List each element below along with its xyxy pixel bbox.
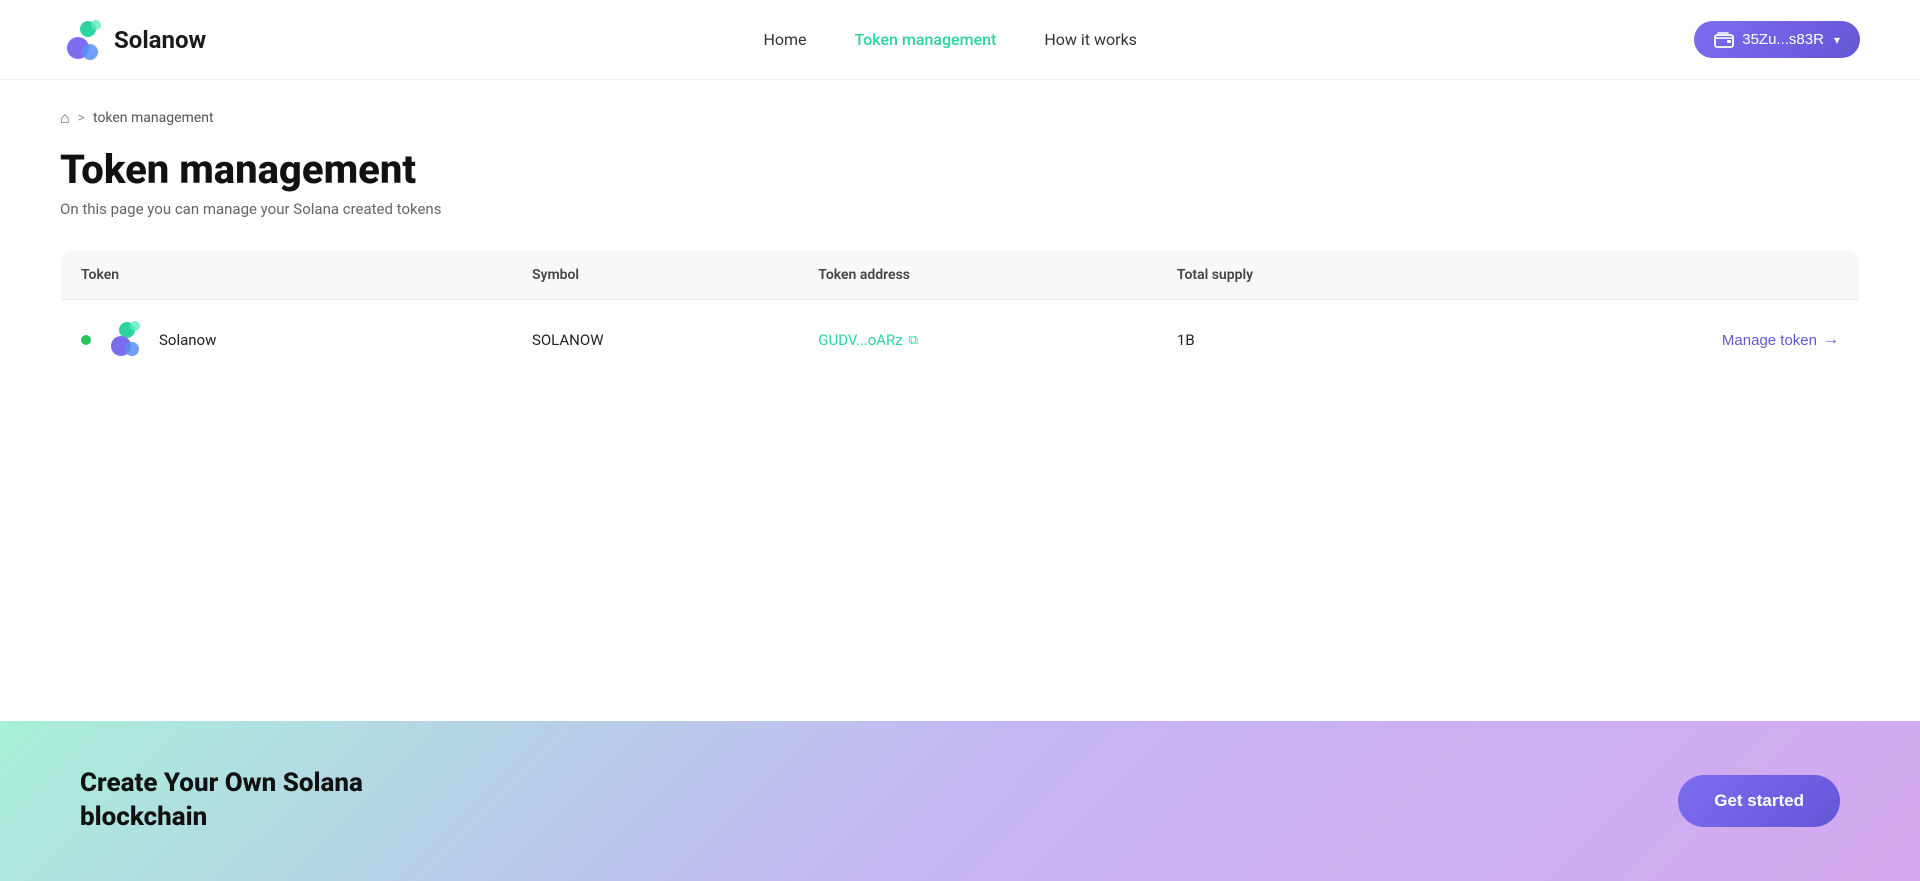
token-symbol: SOLANOW <box>512 300 798 381</box>
logo-icon <box>60 18 104 62</box>
col-action <box>1455 251 1859 300</box>
col-token: Token <box>61 251 512 300</box>
wallet-address: 35Zu...s83R <box>1742 31 1824 48</box>
banner-title: Create Your Own Solana blockchain <box>80 767 363 835</box>
manage-token-cell: Manage token → <box>1455 300 1859 381</box>
brand-name: Solanow <box>114 26 206 54</box>
nav-token-management[interactable]: Token management <box>855 30 997 49</box>
token-logo <box>105 320 145 360</box>
col-address: Token address <box>798 251 1157 300</box>
status-dot <box>81 335 91 345</box>
external-link-icon: ⧉ <box>909 333 918 348</box>
navbar: Solanow Home Token management How it wor… <box>0 0 1920 80</box>
get-started-button[interactable]: Get started <box>1678 775 1840 827</box>
manage-token-button[interactable]: Manage token → <box>1722 331 1839 349</box>
nav-how-it-works[interactable]: How it works <box>1044 30 1137 49</box>
page-subtitle: On this page you can manage your Solana … <box>60 200 1860 218</box>
banner-text: Create Your Own Solana blockchain <box>80 767 363 835</box>
token-address-link[interactable]: GUDV...oARz ⧉ <box>818 331 1137 349</box>
page-title: Token management <box>60 148 1860 192</box>
col-symbol: Symbol <box>512 251 798 300</box>
breadcrumb-current: token management <box>93 110 214 126</box>
token-name: Solanow <box>159 331 216 349</box>
nav-home[interactable]: Home <box>763 30 806 49</box>
home-icon[interactable]: ⌂ <box>60 108 70 128</box>
table-header-row: Token Symbol Token address Total supply <box>61 251 1860 300</box>
token-cell: Solanow <box>61 300 512 381</box>
breadcrumb-separator: > <box>78 110 85 126</box>
main-content: ⌂ > token management Token management On… <box>0 80 1920 381</box>
logo[interactable]: Solanow <box>60 18 206 62</box>
table-row: Solanow SOLANOW GUDV...oARz ⧉ 1B Manage … <box>61 300 1860 381</box>
token-table: Token Symbol Token address Total supply <box>60 250 1860 381</box>
manage-token-label: Manage token <box>1722 332 1817 349</box>
token-address-text: GUDV...oARz <box>818 331 902 349</box>
token-address-cell: GUDV...oARz ⧉ <box>798 300 1157 381</box>
arrow-right-icon: → <box>1823 331 1839 349</box>
bottom-banner: Create Your Own Solana blockchain Get st… <box>0 721 1920 881</box>
chevron-down-icon: ▾ <box>1834 33 1840 47</box>
col-supply: Total supply <box>1157 251 1455 300</box>
token-supply: 1B <box>1157 300 1455 381</box>
nav-links: Home Token management How it works <box>763 30 1136 49</box>
breadcrumb: ⌂ > token management <box>60 108 1860 128</box>
wallet-button[interactable]: 35Zu...s83R ▾ <box>1694 21 1860 58</box>
wallet-icon <box>1714 32 1734 48</box>
